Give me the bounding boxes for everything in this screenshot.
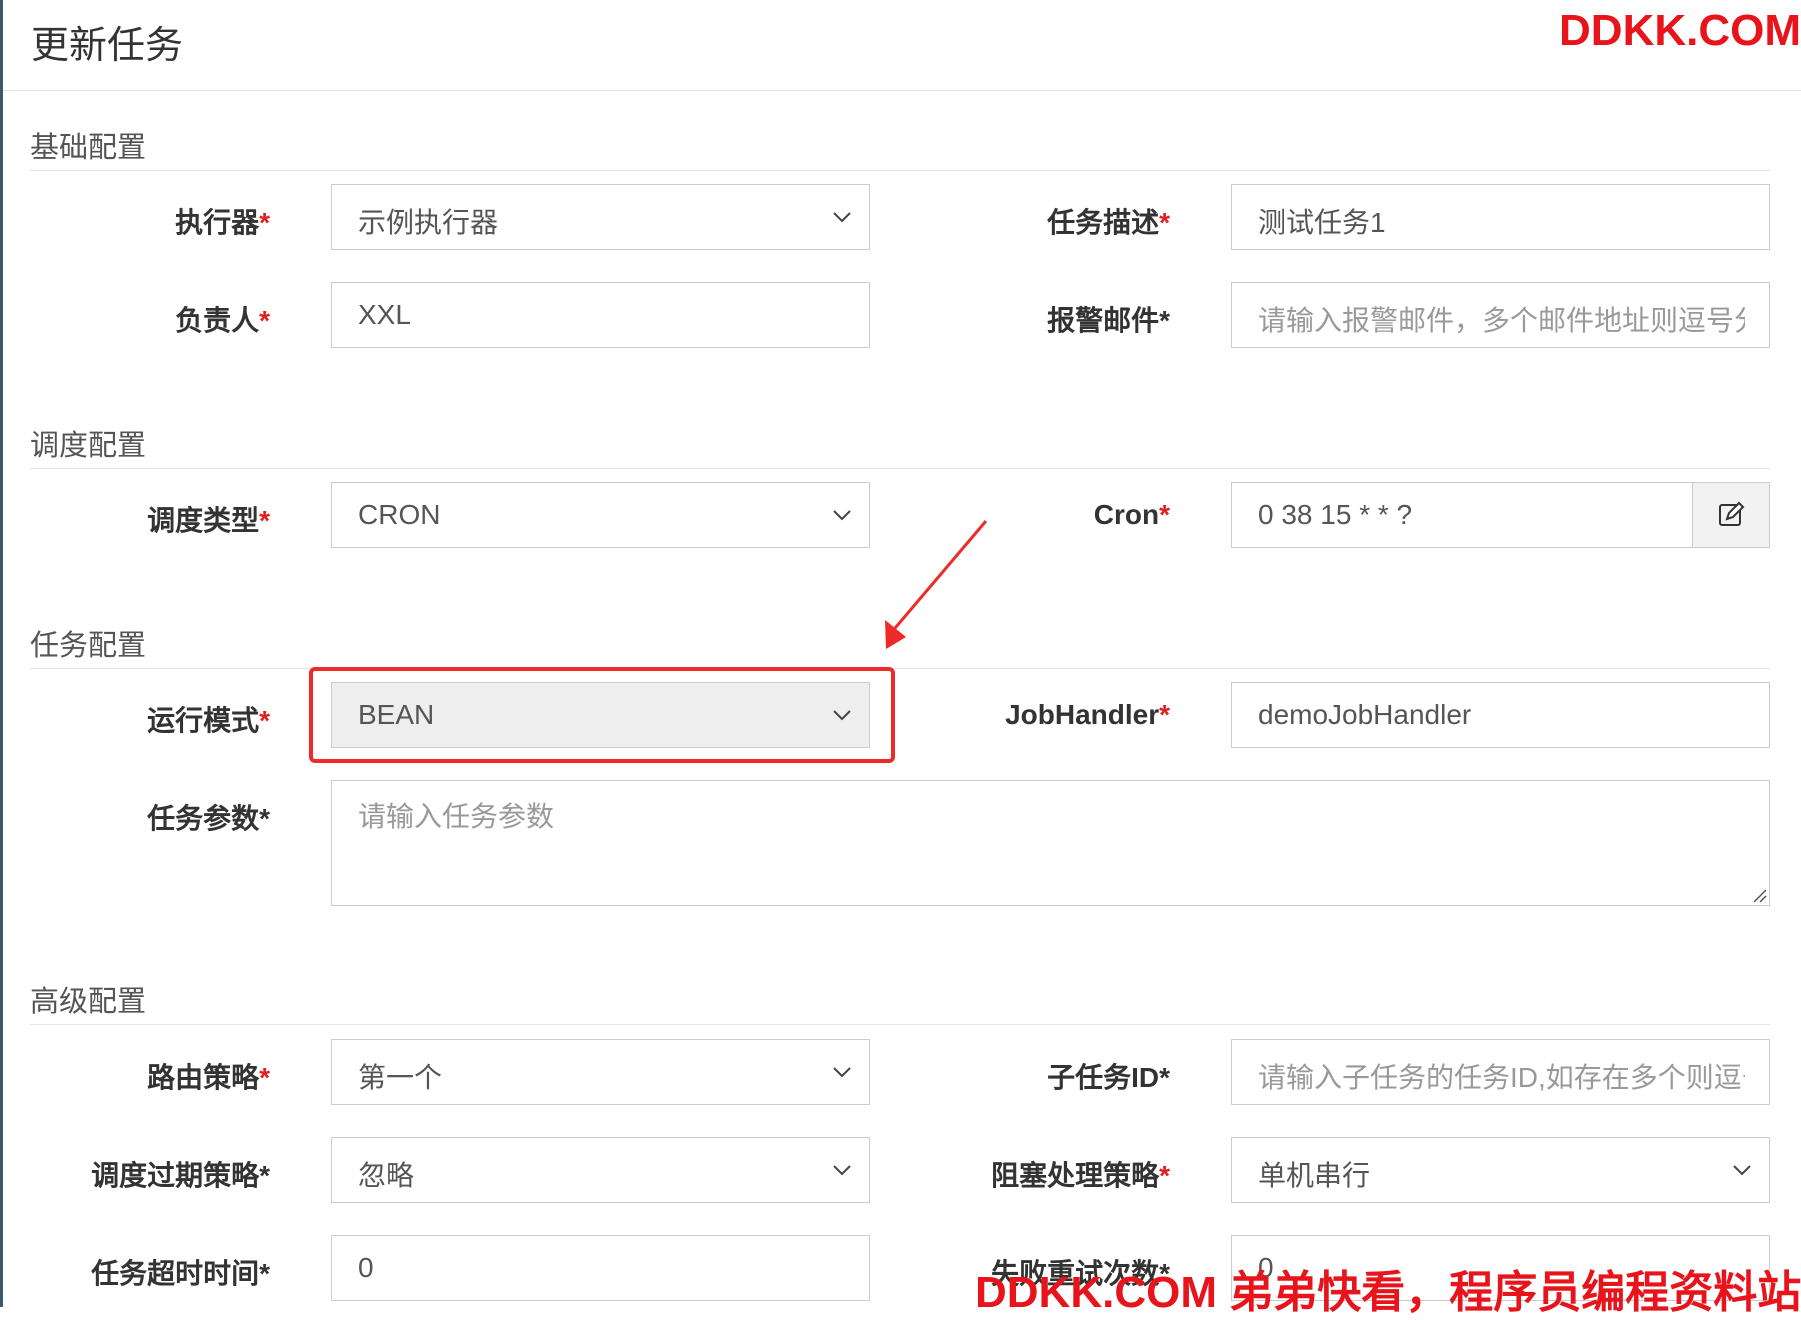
- author-label: 负责人*: [175, 305, 270, 336]
- job-handler-value: demoJobHandler: [1258, 699, 1472, 730]
- schedule-type-value: CRON: [358, 499, 441, 530]
- child-job-id-input[interactable]: 请输入子任务的任务ID,如存在多个则逗号分隔: [1231, 1039, 1770, 1105]
- edit-icon: [1719, 501, 1745, 526]
- section-schedule-title: 调度配置: [30, 422, 1770, 469]
- schedule-type-label: 调度类型*: [147, 505, 270, 536]
- job-param-placeholder: 请输入任务参数: [358, 801, 555, 832]
- annotation-arrow-icon: [885, 520, 988, 649]
- timeout-label: 任务超时时间*: [91, 1258, 270, 1289]
- cron-input[interactable]: 0 38 15 * * ?: [1231, 482, 1770, 548]
- modal-header: 更新任务: [3, 0, 1801, 91]
- misfire-strategy-label: 调度过期策略*: [91, 1160, 270, 1191]
- modal-title: 更新任务: [31, 25, 184, 67]
- alarm-email-label: 报警邮件*: [1047, 305, 1170, 336]
- misfire-strategy-select[interactable]: 忽略: [331, 1137, 870, 1203]
- resize-handle-icon[interactable]: [1751, 887, 1767, 903]
- chevron-down-icon: [833, 510, 851, 521]
- author-input[interactable]: XXL: [331, 282, 870, 348]
- job-desc-value: 测试任务1: [1258, 207, 1386, 238]
- timeout-value: 0: [358, 1252, 374, 1283]
- highlight-box: [309, 667, 895, 763]
- child-job-id-label: 子任务ID*: [1047, 1062, 1170, 1093]
- alarm-email-input[interactable]: 请输入报警邮件，多个邮件地址则逗号分: [1231, 282, 1770, 348]
- chevron-down-icon: [833, 1165, 851, 1176]
- chevron-down-icon: [1733, 1165, 1751, 1176]
- glue-type-label: 运行模式*: [147, 705, 270, 736]
- watermark-bottom: DDKK.COM 弟弟快看，程序员编程资料站: [975, 1268, 1801, 1317]
- executor-select[interactable]: 示例执行器: [331, 184, 870, 250]
- block-strategy-value: 单机串行: [1258, 1160, 1371, 1191]
- block-strategy-label: 阻塞处理策略*: [991, 1160, 1170, 1191]
- left-border: [0, 0, 3, 1307]
- job-handler-label: JobHandler*: [1005, 699, 1170, 730]
- cron-value: 0 38 15 * * ?: [1258, 499, 1413, 530]
- section-advanced-title: 高级配置: [30, 978, 1770, 1025]
- route-strategy-value: 第一个: [358, 1062, 443, 1093]
- cron-edit-button[interactable]: [1692, 483, 1769, 547]
- executor-label: 执行器*: [175, 207, 270, 238]
- schedule-type-select[interactable]: CRON: [331, 482, 870, 548]
- route-strategy-label: 路由策略*: [147, 1062, 270, 1093]
- route-strategy-select[interactable]: 第一个: [331, 1039, 870, 1105]
- timeout-input[interactable]: 0: [331, 1235, 870, 1301]
- job-desc-input[interactable]: 测试任务1: [1231, 184, 1770, 250]
- misfire-strategy-value: 忽略: [358, 1160, 415, 1191]
- section-basic-title: 基础配置: [30, 124, 1770, 171]
- watermark-top: DDKK.COM: [1559, 6, 1801, 55]
- chevron-down-icon: [833, 212, 851, 223]
- block-strategy-select[interactable]: 单机串行: [1231, 1137, 1770, 1203]
- chevron-down-icon: [833, 1067, 851, 1078]
- job-param-textarea[interactable]: 请输入任务参数: [331, 780, 1770, 906]
- child-job-id-placeholder: 请输入子任务的任务ID,如存在多个则逗号分隔: [1258, 1062, 1745, 1093]
- job-handler-input[interactable]: demoJobHandler: [1231, 682, 1770, 748]
- job-desc-label: 任务描述*: [1047, 207, 1170, 238]
- author-value: XXL: [358, 299, 411, 330]
- executor-value: 示例执行器: [358, 207, 499, 238]
- alarm-email-placeholder: 请输入报警邮件，多个邮件地址则逗号分: [1258, 305, 1745, 336]
- job-param-label: 任务参数*: [147, 803, 270, 834]
